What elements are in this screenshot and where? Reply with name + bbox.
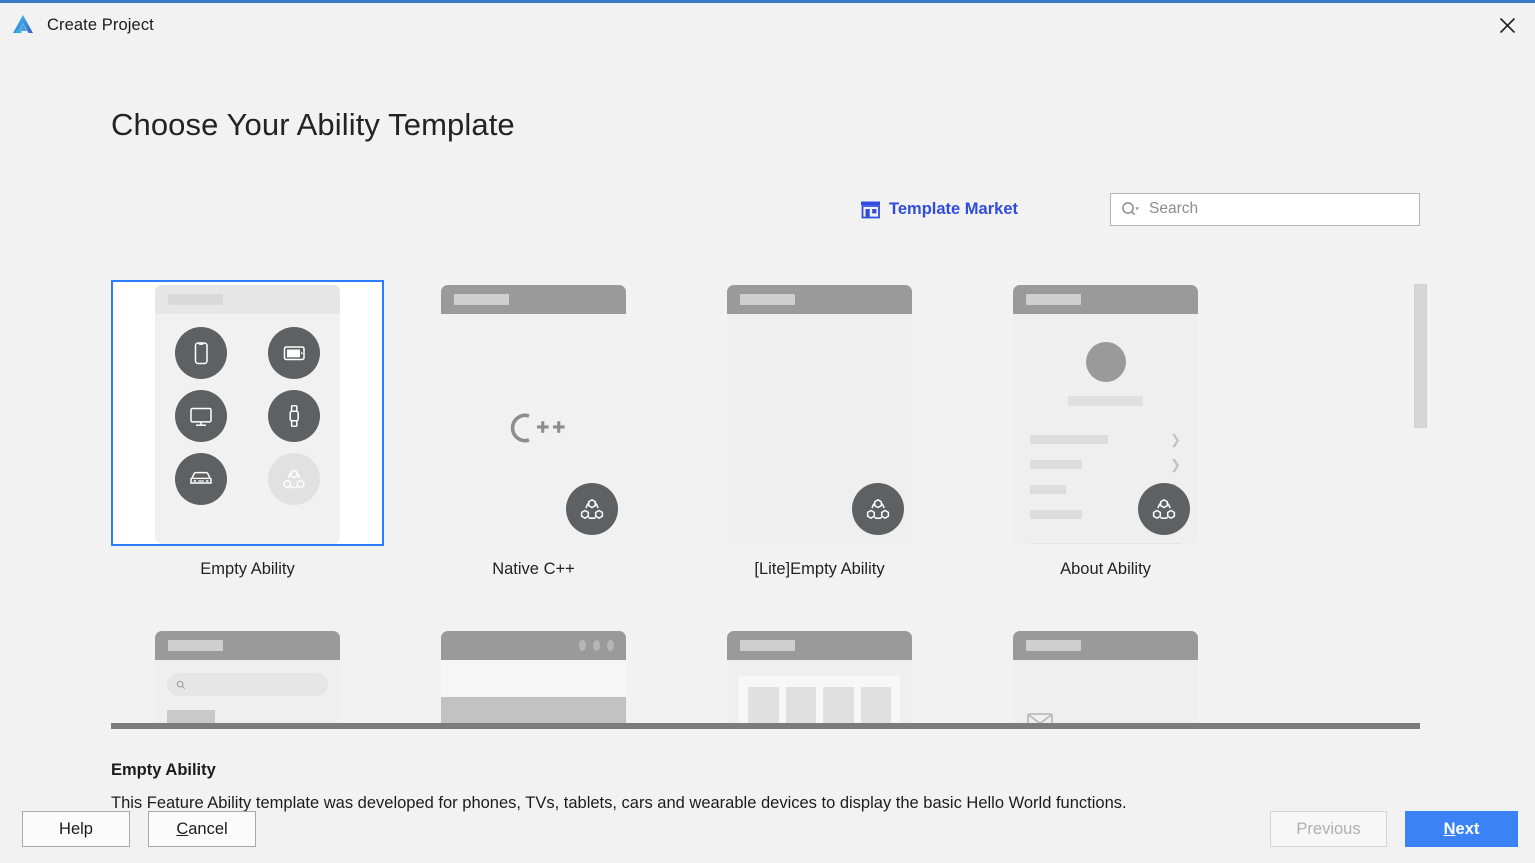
dialog-footer: Help Cancel Previous Next	[0, 799, 1535, 863]
dialog-body: Choose Your Ability Template Template Ma…	[0, 47, 1535, 863]
preview-grid	[739, 676, 900, 726]
vertical-scrollbar-thumb[interactable]	[1414, 284, 1427, 428]
template-card-empty-ability[interactable]	[111, 280, 384, 546]
cancel-mnemonic: C	[176, 819, 189, 838]
cpp-logo-icon	[441, 407, 626, 449]
template-cell	[397, 626, 683, 726]
more-options-icon	[579, 640, 614, 651]
cancel-button[interactable]: Cancel	[148, 811, 256, 847]
mock-header-bar	[168, 640, 223, 651]
harmony-icon	[1138, 483, 1190, 535]
mock-header-bar	[168, 294, 223, 305]
template-preview	[727, 631, 912, 726]
mock-header-bar	[1026, 640, 1081, 651]
template-preview	[155, 631, 340, 726]
phone-icon	[175, 327, 228, 379]
template-preview	[441, 285, 626, 544]
template-card-row2-search-list[interactable]	[111, 626, 384, 726]
preview-search-bar	[167, 673, 328, 696]
help-button[interactable]: Help	[22, 811, 130, 847]
preview-band-light	[441, 660, 626, 697]
mock-header-bar	[740, 294, 795, 305]
next-mnemonic: N	[1443, 819, 1456, 838]
avatar	[1085, 342, 1126, 382]
previous-button[interactable]: Previous	[1270, 811, 1387, 847]
deveco-logo-icon	[13, 15, 33, 34]
mock-header	[727, 285, 912, 314]
harmony-icon	[566, 483, 618, 535]
tv-icon	[175, 390, 228, 442]
mock-header	[155, 631, 340, 660]
about-footer-bars	[1030, 543, 1181, 544]
template-cell	[683, 626, 969, 726]
mock-header	[727, 631, 912, 660]
horizontal-scrollbar[interactable]	[111, 723, 1420, 729]
search-dropdown-icon[interactable]	[1121, 201, 1140, 217]
template-card-about-ability[interactable]: ❯ ❯ ❯	[969, 280, 1242, 546]
template-card-native-cpp[interactable]	[397, 280, 670, 546]
device-icon-grid	[155, 314, 340, 505]
template-preview	[727, 285, 912, 544]
page-title: Choose Your Ability Template	[111, 107, 515, 142]
template-market-link[interactable]: Template Market	[860, 199, 1018, 219]
template-card-row2-media[interactable]	[397, 626, 670, 726]
template-cell	[969, 626, 1255, 726]
template-preview	[155, 285, 340, 544]
mock-header	[1013, 631, 1198, 660]
mock-header	[441, 631, 626, 660]
template-cell: [Lite]Empty Ability	[683, 280, 969, 579]
template-cell	[111, 626, 397, 726]
close-icon[interactable]	[1479, 3, 1535, 47]
template-preview	[1013, 631, 1198, 726]
mock-header-bar	[1026, 294, 1081, 305]
template-label: Native C++	[492, 560, 575, 578]
tablet-icon	[267, 327, 320, 379]
harmony-icon	[267, 453, 320, 505]
template-preview: ❯ ❯ ❯	[1013, 285, 1198, 544]
description-title: Empty Ability	[111, 761, 216, 779]
template-card-lite-empty-ability[interactable]	[683, 280, 956, 546]
template-market-label: Template Market	[889, 199, 1018, 218]
template-toolbar: Template Market	[111, 187, 1420, 231]
template-card-row2-mail[interactable]	[969, 626, 1242, 726]
name-placeholder	[1068, 396, 1143, 406]
template-cell: Native C++	[397, 280, 683, 579]
mock-header	[441, 285, 626, 314]
car-icon	[175, 453, 228, 505]
template-preview	[441, 631, 626, 726]
next-button[interactable]: Next	[1405, 811, 1518, 847]
search-box[interactable]	[1110, 192, 1420, 226]
template-cell: ❯ ❯ ❯	[969, 280, 1255, 579]
mock-header-bar	[454, 294, 509, 305]
template-card-row2-gallery[interactable]	[683, 626, 956, 726]
chevron-right-icon: ❯	[1170, 432, 1181, 447]
search-input[interactable]	[1149, 200, 1411, 218]
vertical-scrollbar[interactable]	[1414, 282, 1427, 725]
mock-header	[1013, 285, 1198, 314]
template-label: Empty Ability	[200, 560, 295, 578]
harmony-icon	[852, 483, 904, 535]
create-project-dialog: Create Project Choose Your Ability Templ…	[0, 0, 1535, 863]
watch-icon	[267, 390, 320, 442]
template-label: [Lite]Empty Ability	[754, 560, 885, 578]
preview-band-dark	[441, 697, 626, 726]
window-title: Create Project	[47, 15, 154, 34]
list-item: ❯	[1030, 433, 1181, 446]
search-icon	[176, 680, 186, 689]
mock-header-bar	[740, 640, 795, 651]
cancel-label-rest: ancel	[188, 819, 228, 838]
template-label: About Ability	[1060, 560, 1151, 578]
template-cell: Empty Ability	[111, 280, 397, 579]
mock-header	[155, 285, 340, 314]
next-label-rest: ext	[1455, 819, 1480, 838]
template-grid: Empty Ability Native C++ [Lite]Empty Abi…	[111, 280, 1420, 726]
title-bar: Create Project	[0, 3, 1535, 47]
shop-icon	[861, 201, 880, 219]
list-item: ❯	[1030, 458, 1181, 471]
chevron-right-icon: ❯	[1170, 457, 1181, 472]
